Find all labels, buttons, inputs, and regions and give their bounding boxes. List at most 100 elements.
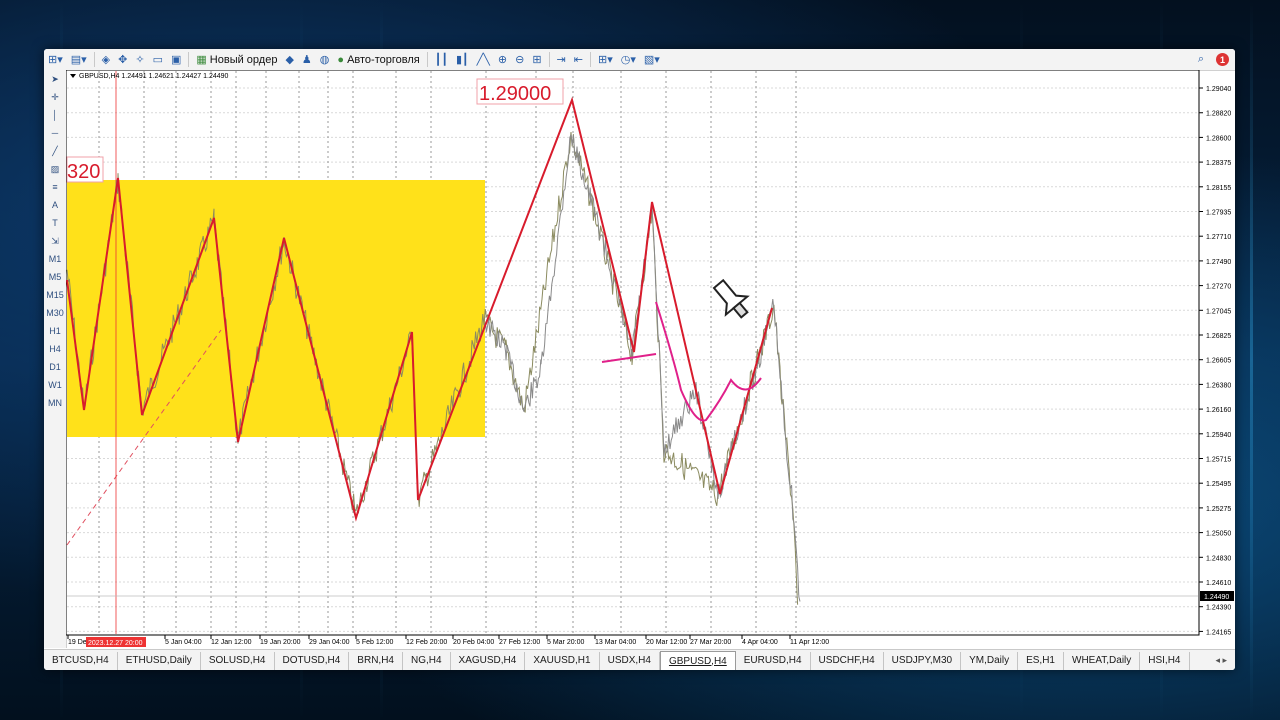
time-label: 20 Feb 04:00 <box>453 639 494 646</box>
tab-eurusd-h4[interactable]: EURUSD,H4 <box>736 651 811 670</box>
trendline-icon[interactable]: ╱ <box>44 142 66 160</box>
chart-shift-icon[interactable]: ⇤ <box>571 51 586 68</box>
price-label: 1.27710 <box>1206 234 1231 241</box>
tab-hsi-h4[interactable]: HSI,H4 <box>1140 651 1190 670</box>
timeframe-m1[interactable]: M1 <box>44 250 66 268</box>
text-tool-icon[interactable]: A <box>44 196 66 214</box>
periods-icon[interactable]: ◷▾ <box>618 51 639 68</box>
price-label: 1.28600 <box>1206 135 1231 142</box>
signals-icon[interactable]: ♟ <box>299 51 315 68</box>
time-label: 5 Mar 20:00 <box>547 639 584 646</box>
horizontal-line-icon[interactable]: ─ <box>44 124 66 142</box>
time-label: 29 Jan 04:00 <box>309 639 350 646</box>
tab-es-h1[interactable]: ES,H1 <box>1018 651 1064 670</box>
price-label: 1.27490 <box>1206 259 1231 266</box>
auto-trading-button[interactable]: ● Авто-торговля <box>334 51 422 68</box>
tab-xauusd-h1[interactable]: XAUUSD,H1 <box>525 651 600 670</box>
tab-solusd-h4[interactable]: SOLUSD,H4 <box>201 651 275 670</box>
auto-trading-icon: ● <box>337 53 345 66</box>
crosshair-icon[interactable]: ✥ <box>115 51 130 68</box>
market-icon[interactable]: ◍ <box>317 51 333 68</box>
price-label: 1.26825 <box>1206 333 1231 340</box>
price-label: 1.24830 <box>1206 555 1231 562</box>
profiles-icon[interactable]: ▤▾ <box>68 51 90 68</box>
price-label: 1.26380 <box>1206 382 1231 389</box>
tab-gbpusd-h4[interactable]: GBPUSD,H4 <box>659 650 736 670</box>
chart-tabs: BTCUSD,H4 ETHUSD,Daily SOLUSD,H4 DOTUSD,H4 B… <box>44 649 1235 670</box>
timeframe-mn[interactable]: MN <box>44 394 66 412</box>
channel-icon[interactable]: ▨ <box>44 160 66 178</box>
symbol-info: GBPUSD,H4 1.24491 1.24621 1.24427 1.2449… <box>79 73 229 80</box>
price-label: 1.26160 <box>1206 407 1231 414</box>
price-label: 1.25940 <box>1206 432 1231 439</box>
tab-brn-h4[interactable]: BRN,H4 <box>349 651 403 670</box>
timeframe-m5[interactable]: M5 <box>44 268 66 286</box>
crosshair-tool-icon[interactable]: ✛ <box>44 88 66 106</box>
fibonacci-icon[interactable]: ≡ <box>44 178 66 196</box>
candles-icon[interactable]: ▮┃ <box>453 51 472 68</box>
current-price-label: 1.24490 <box>1204 594 1229 601</box>
time-label: 12 Feb 20:00 <box>406 639 447 646</box>
timeframe-d1[interactable]: D1 <box>44 358 66 376</box>
search-icon[interactable]: ⌕ <box>1195 51 1207 68</box>
auto-trading-label: Авто-торговля <box>347 53 420 66</box>
drawing-tools-panel: ➤ ✛ │ ─ ╱ ▨ ≡ A T ⇲ M1 M5 M15 M30 H1 H4 D1 W1 MN <box>44 70 67 648</box>
timeframe-h4[interactable]: H4 <box>44 340 66 358</box>
high-annotation: 1.29000 <box>479 83 551 105</box>
timeframe-m15[interactable]: M15 <box>44 286 66 304</box>
tab-usdjpy-m30[interactable]: USDJPY,M30 <box>884 651 962 670</box>
tab-ethusd-daily[interactable]: ETHUSD,Daily <box>118 651 201 670</box>
time-label: 27 Feb 12:00 <box>499 639 540 646</box>
terminal-window: ⊞▾ ▤▾ ◈ ✥ ✧ ▭ ▣ ▦ Новый ордер ◆ ♟ ◍ ● Авто… <box>44 49 1235 670</box>
text-label-icon[interactable]: T <box>44 214 66 232</box>
line-chart-icon[interactable]: ╱╲ <box>474 51 493 68</box>
notification-badge[interactable]: 1 <box>1216 53 1229 66</box>
market-watch-icon[interactable]: ◈ <box>99 51 113 68</box>
arrows-icon[interactable]: ⇲ <box>44 232 66 250</box>
strategy-tester-icon[interactable]: ▣ <box>168 51 184 68</box>
auto-scroll-icon[interactable]: ⇥ <box>554 51 569 68</box>
price-label: 1.25275 <box>1206 506 1231 513</box>
price-label: 1.25715 <box>1206 457 1231 464</box>
timeframe-h1[interactable]: H1 <box>44 322 66 340</box>
bar-chart-icon[interactable]: ┃┃ <box>432 51 451 68</box>
terminal-icon[interactable]: ▭ <box>150 51 166 68</box>
price-label: 1.28375 <box>1206 160 1231 167</box>
range-box <box>67 180 485 437</box>
indicators-icon[interactable]: ⊞▾ <box>595 51 616 68</box>
cursor-time-label: 2023.12.27 20:00 <box>88 640 143 647</box>
new-chart-icon[interactable]: ⊞▾ <box>45 51 66 68</box>
tab-ng-h4[interactable]: NG,H4 <box>403 651 451 670</box>
time-label: 11 Apr 12:00 <box>790 639 829 646</box>
templates-icon[interactable]: ▧▾ <box>641 51 663 68</box>
tab-usdx-h4[interactable]: USDX,H4 <box>600 651 660 670</box>
timeframe-w1[interactable]: W1 <box>44 376 66 394</box>
tile-windows-icon[interactable]: ⊞ <box>529 51 544 68</box>
cursor-icon[interactable]: ➤ <box>44 70 66 88</box>
price-label: 1.28155 <box>1206 185 1231 192</box>
partial-annotation: 320 <box>67 161 100 183</box>
new-order-icon: ▦ <box>196 54 207 66</box>
tab-btcusd-h4[interactable]: BTCUSD,H4 <box>44 651 118 670</box>
vertical-line-icon[interactable]: │ <box>44 106 66 124</box>
tab-wheat-daily[interactable]: WHEAT,Daily <box>1064 651 1141 670</box>
new-order-button[interactable]: ▦ Новый ордер <box>193 51 280 68</box>
metaeditor-icon[interactable]: ◆ <box>282 51 296 68</box>
zoom-out-icon[interactable]: ⊖ <box>512 51 527 68</box>
price-label: 1.24390 <box>1206 605 1231 612</box>
price-label: 1.25050 <box>1206 531 1231 538</box>
timeframe-m30[interactable]: M30 <box>44 304 66 322</box>
tab-xagusd-h4[interactable]: XAGUSD,H4 <box>451 651 526 670</box>
zoom-in-icon[interactable]: ⊕ <box>495 51 510 68</box>
tab-ym-daily[interactable]: YM,Daily <box>961 651 1019 670</box>
price-label: 1.25495 <box>1206 481 1231 488</box>
tab-scroll-arrows-icon[interactable]: ◂ ▸ <box>1215 655 1227 666</box>
tab-usdchf-h4[interactable]: USDCHF,H4 <box>811 651 884 670</box>
tab-dotusd-h4[interactable]: DOTUSD,H4 <box>275 651 350 670</box>
price-chart[interactable]: 1.29040 1.28820 1.28600 1.28375 1.28155 1.279… <box>66 70 1235 648</box>
navigator-icon[interactable]: ✧ <box>132 51 147 68</box>
price-label: 1.24610 <box>1206 580 1231 587</box>
price-label: 1.28820 <box>1206 111 1231 118</box>
new-order-label: Новый ордер <box>209 53 278 66</box>
time-label: 27 Mar 20:00 <box>690 639 731 646</box>
